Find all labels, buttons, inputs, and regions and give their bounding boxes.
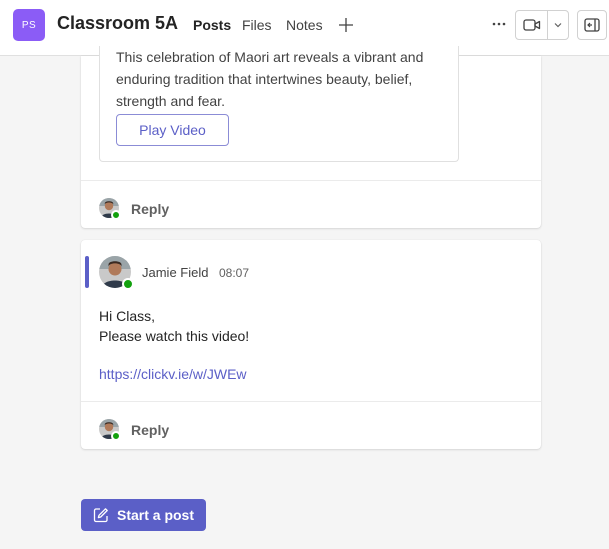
- post-body-line: Hi Class,: [99, 308, 156, 324]
- post-body-line: Please watch this video!: [99, 328, 250, 344]
- start-post-button[interactable]: Start a post: [81, 499, 206, 531]
- more-options-button[interactable]: [488, 12, 510, 36]
- presence-indicator: [111, 210, 121, 220]
- video-attachment-card: This celebration of Maori art reveals a …: [99, 46, 459, 162]
- tab-posts[interactable]: Posts: [193, 17, 231, 33]
- reply-row[interactable]: Reply: [81, 401, 541, 449]
- meet-options-dropdown[interactable]: [548, 11, 568, 39]
- avatar: [99, 198, 121, 220]
- plus-icon: [339, 18, 353, 32]
- reply-row[interactable]: Reply: [81, 180, 541, 228]
- add-tab-button[interactable]: [337, 14, 355, 36]
- video-camera-icon: [523, 19, 540, 31]
- tab-files[interactable]: Files: [242, 17, 272, 33]
- tab-notes[interactable]: Notes: [286, 17, 323, 33]
- author-avatar[interactable]: [99, 256, 134, 290]
- ellipsis-icon: [492, 22, 506, 26]
- post-link[interactable]: https://clickv.ie/w/JWEw: [99, 366, 247, 382]
- reply-button[interactable]: Reply: [131, 422, 169, 438]
- compose-icon: [93, 508, 108, 523]
- meet-now-button[interactable]: [516, 11, 549, 39]
- start-post-label: Start a post: [116, 507, 194, 523]
- presence-indicator: [111, 431, 121, 441]
- avatar: [99, 419, 121, 441]
- post-timestamp: 08:07: [219, 266, 250, 280]
- team-initials: PS: [21, 19, 37, 31]
- toggle-side-panel-button[interactable]: [577, 10, 607, 40]
- play-video-button[interactable]: Play Video: [116, 114, 229, 146]
- post-body: Hi Class, Please watch this video!: [99, 306, 249, 346]
- post-author[interactable]: Jamie Field: [142, 265, 208, 280]
- post-card: Jamie Field 08:07 Hi Class, Please watch…: [81, 240, 541, 449]
- post-card: This celebration of Maori art reveals a …: [81, 46, 541, 228]
- panel-collapse-icon: [584, 18, 600, 32]
- team-avatar[interactable]: PS: [13, 9, 45, 41]
- chevron-down-icon: [554, 23, 562, 28]
- reply-button[interactable]: Reply: [131, 201, 169, 217]
- post-accent-bar: [85, 256, 89, 288]
- presence-indicator: [122, 278, 134, 290]
- attachment-description: This celebration of Maori art reveals a …: [116, 49, 424, 109]
- meet-button-group: [515, 10, 569, 40]
- team-name[interactable]: Classroom 5A: [57, 13, 178, 34]
